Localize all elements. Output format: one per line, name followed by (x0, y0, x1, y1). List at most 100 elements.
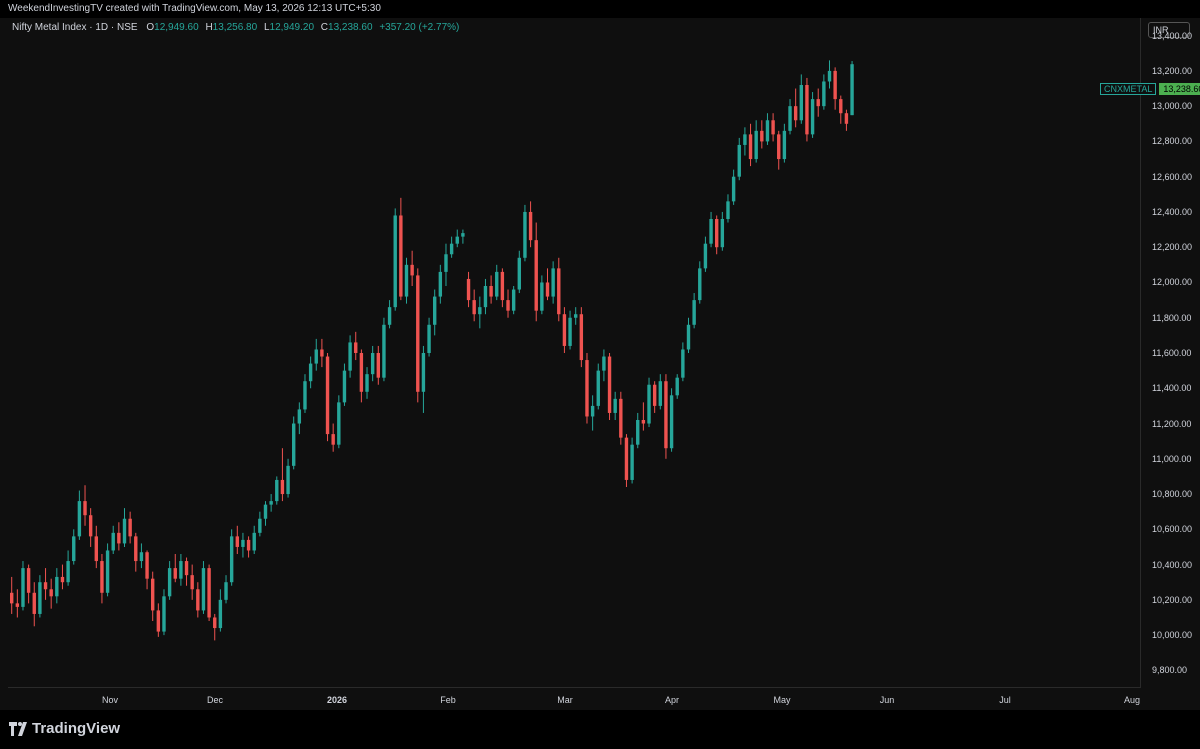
candle-body (636, 420, 640, 445)
candle (100, 554, 104, 604)
candle (43, 568, 48, 600)
candle (303, 374, 307, 413)
candle (246, 536, 251, 558)
candle (167, 561, 172, 600)
candle-body (557, 268, 561, 315)
candle-body (43, 582, 48, 590)
candle-body (523, 211, 527, 258)
candle (134, 532, 138, 572)
candle-body (602, 356, 606, 371)
candle (602, 349, 606, 382)
candle (275, 476, 279, 505)
price-axis-tick: 13,400.00 (1152, 30, 1193, 41)
candle-body (472, 300, 476, 315)
candle (21, 561, 25, 611)
candle-body (263, 504, 268, 519)
candle (777, 130, 781, 170)
footer-bar: TradingView (0, 710, 1200, 749)
low-label: L (263, 22, 270, 33)
time-axis-tick: May (773, 695, 791, 705)
candle-body (534, 240, 538, 311)
candle-body (26, 568, 31, 593)
price-axis-tick: 12,400.00 (1152, 206, 1193, 217)
price-axis-tick: 11,200.00 (1152, 418, 1192, 429)
candle-body (359, 353, 364, 392)
candle (619, 391, 623, 445)
candle-body (748, 134, 753, 160)
candle (297, 402, 302, 435)
candle (472, 289, 476, 322)
price-axis-tick: 11,000.00 (1152, 453, 1192, 464)
candle-body (630, 444, 634, 480)
candle-body (669, 395, 674, 449)
candle-body (49, 589, 53, 597)
time-axis-tick: Mar (557, 695, 573, 705)
candle (534, 222, 538, 322)
price-axis-tick: 12,000.00 (1152, 277, 1193, 288)
candle-body (641, 420, 646, 424)
candle (686, 317, 691, 353)
candle-body (816, 99, 820, 107)
candle (585, 353, 589, 424)
price-chart[interactable] (8, 18, 1141, 688)
tradingview-brand[interactable]: TradingView (32, 720, 120, 737)
candle-body (111, 532, 115, 551)
candle (523, 204, 527, 262)
candle (224, 575, 228, 604)
candle (66, 550, 70, 586)
top-bar: WeekendInvestingTV created with TradingV… (0, 0, 1200, 18)
candle-body (839, 99, 843, 114)
candle (545, 268, 550, 301)
last-price-symbol: CNXMETAL (1100, 83, 1157, 95)
candle (218, 589, 223, 632)
candle-body (698, 268, 702, 301)
price-axis-tick: 10,400.00 (1152, 559, 1193, 570)
candle (703, 236, 708, 272)
candle-body (765, 120, 770, 142)
candle-body (771, 120, 775, 135)
tradingview-logo-icon[interactable] (9, 722, 29, 736)
candle (427, 317, 431, 357)
candle-body (156, 610, 161, 632)
candle (799, 74, 803, 124)
candle (720, 211, 725, 251)
candle-body (624, 437, 629, 480)
candle-body (117, 532, 121, 544)
candle (370, 345, 375, 382)
candle-body (500, 271, 505, 301)
candle-body (229, 536, 234, 583)
candle-body (55, 576, 59, 597)
candle-body (754, 130, 758, 160)
candle-body (421, 353, 426, 392)
candle-body (167, 568, 172, 597)
candle-body (105, 550, 110, 593)
candle (449, 236, 454, 258)
candle (737, 137, 741, 181)
candle (376, 345, 380, 385)
candle-body (235, 536, 239, 547)
candle-body (32, 592, 36, 614)
candle (162, 589, 166, 636)
candle (421, 345, 426, 413)
candle (320, 338, 324, 368)
close-value: 13,238.60 (328, 22, 373, 33)
candle (433, 289, 437, 336)
candle (60, 564, 65, 590)
candle-body (444, 254, 448, 272)
candle-body (675, 377, 679, 396)
candle-body (393, 215, 397, 308)
candle (111, 525, 115, 554)
high-value: 13,256.80 (212, 22, 258, 33)
candle-body (173, 568, 177, 579)
candle-body (72, 536, 76, 562)
candle-body (743, 134, 747, 145)
candle-body (38, 582, 42, 614)
candle (816, 88, 820, 117)
symbol-label[interactable]: Nifty Metal Index · 1D · NSE (12, 22, 138, 33)
candle-body (218, 599, 223, 629)
candle-body (720, 219, 725, 248)
candle-body (134, 536, 138, 562)
low-value: 12,949.20 (269, 22, 315, 33)
candle (128, 511, 132, 544)
open-label: O (146, 22, 155, 33)
